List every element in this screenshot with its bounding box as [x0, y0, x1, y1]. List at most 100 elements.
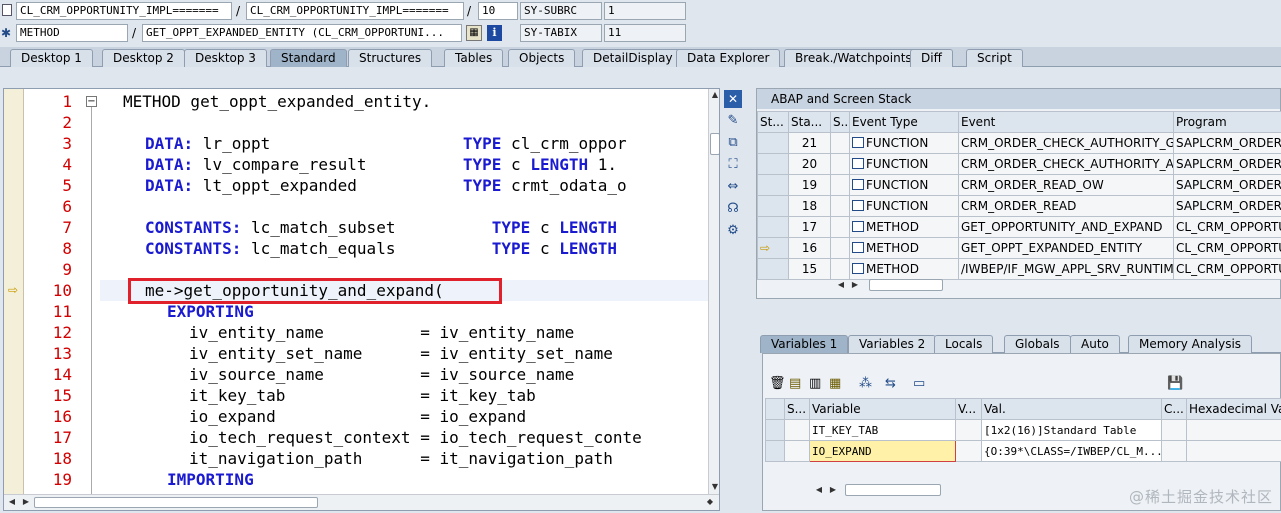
event-field[interactable]: GET_OPPT_EXPANDED_ENTITY (CL_CRM_OPPORTU… — [142, 24, 462, 42]
var-tab-variables-1[interactable]: Variables 1 — [760, 335, 849, 353]
breakpoint-gutter[interactable] — [4, 89, 24, 510]
variables-horizontal-scrollbar[interactable]: ◀ ▶ — [811, 482, 951, 498]
code-line[interactable]: IMPORTING — [167, 469, 254, 490]
tab-desktop-3[interactable]: Desktop 3 — [184, 49, 267, 67]
scroll-left-icon[interactable]: ◀ — [813, 484, 825, 496]
code-line[interactable]: CONSTANTS: lc_match_equals TYPE c LENGTH — [145, 238, 617, 259]
code-line[interactable]: io_tech_request_context = io_tech_reques… — [189, 427, 642, 448]
scroll-thumb[interactable] — [869, 279, 943, 291]
tab-detaildisplay[interactable]: DetailDisplay — [582, 49, 684, 67]
variable-row[interactable]: IT_KEY_TAB [1x2(16)]Standard Table — [765, 419, 1281, 441]
copy-icon[interactable]: ⧉ — [724, 134, 742, 152]
column-header[interactable]: Event Type — [849, 111, 959, 133]
column-header[interactable]: Event — [958, 111, 1174, 133]
watchpoint-icon[interactable]: ☊ — [724, 200, 742, 218]
column-header[interactable]: Val. — [981, 398, 1162, 420]
scroll-right-icon[interactable]: ▶ — [827, 484, 839, 496]
row-selector-header[interactable] — [765, 398, 785, 420]
tab-diff[interactable]: Diff — [910, 49, 953, 67]
hierarchy-icon[interactable]: ⁂ — [859, 376, 872, 391]
source-code-editor[interactable]: ⇨ − 1 METHOD get_oppt_expanded_entity. 2 3 D… — [3, 88, 720, 511]
scroll-up-icon[interactable]: ▲ — [709, 89, 719, 101]
layout-icon[interactable]: ▦ — [829, 376, 841, 391]
variable-name[interactable]: IT_KEY_TAB — [809, 419, 956, 441]
debug-step-icon[interactable]: ⚙ — [724, 222, 742, 240]
tab-data-explorer[interactable]: Data Explorer — [676, 49, 781, 67]
stack-row[interactable]: 18 FUNCTION CRM_ORDER_READSAPLCRM_ORDER_A — [757, 195, 1281, 217]
display-object-icon[interactable]: ▦ — [466, 25, 482, 41]
scroll-thumb[interactable] — [845, 484, 941, 496]
code-horizontal-scrollbar[interactable]: ◀ ▶ ◆ — [4, 494, 719, 510]
variables-table[interactable]: S...VariableV...Val.C...Hexadecimal Valu… — [765, 398, 1281, 462]
swap-icon[interactable]: ⇆ — [885, 376, 896, 391]
scroll-thumb[interactable] — [710, 133, 719, 155]
code-line[interactable]: iv_entity_set_name = iv_entity_set_name — [189, 343, 613, 364]
code-line[interactable]: DATA: lt_oppt_expanded TYPE crmt_odata_o — [145, 175, 627, 196]
column-header[interactable]: Hexadecimal Value — [1186, 398, 1281, 420]
var-tab-locals[interactable]: Locals — [934, 335, 994, 353]
code-line[interactable]: iv_source_name = iv_source_name — [189, 364, 574, 385]
delete-icon[interactable]: 🗑 — [769, 376, 786, 391]
code-line[interactable]: CONSTANTS: lc_match_subset TYPE c LENGTH — [145, 217, 617, 238]
column-header[interactable]: St... — [757, 111, 789, 133]
stack-row[interactable]: 20 FUNCTION CRM_ORDER_CHECK_AUTHORITY_AC..… — [757, 153, 1281, 175]
column-header[interactable]: Sta... — [788, 111, 831, 133]
event-type-field[interactable]: METHOD — [16, 24, 128, 42]
tab-standard[interactable]: Standard — [270, 49, 347, 67]
column-header[interactable]: V... — [955, 398, 982, 420]
column-header[interactable]: S... — [784, 398, 810, 420]
scroll-left-icon[interactable]: ◀ — [835, 279, 847, 291]
info-icon[interactable]: i — [487, 25, 502, 41]
code-line[interactable]: EXPORTING — [167, 301, 254, 322]
code-line[interactable]: DATA: lr_oppt TYPE cl_crm_oppor — [145, 133, 627, 154]
stack-row[interactable]: 21 FUNCTION CRM_ORDER_CHECK_AUTHORITY_GE..… — [757, 132, 1281, 154]
new-breakpoint-icon[interactable]: ✎ — [724, 112, 742, 130]
stack-horizontal-scrollbar[interactable]: ◀ ▶ — [829, 277, 1029, 293]
code-line[interactable]: it_navigation_path = it_navigation_path — [189, 448, 613, 469]
scroll-down-icon[interactable]: ▼ — [709, 481, 719, 493]
stack-row[interactable]: 17 METHOD GET_OPPORTUNITY_AND_EXPAND CL_CRM… — [757, 216, 1281, 238]
var-tab-memory-analysis[interactable]: Memory Analysis — [1128, 335, 1253, 353]
stack-table[interactable]: St...Sta...S...Event TypeEventProgram 21… — [757, 111, 1281, 280]
tab-desktop-1[interactable]: Desktop 1 — [10, 49, 93, 67]
expand-icon[interactable]: ⇔ — [724, 178, 742, 196]
code-line[interactable]: iv_entity_name = iv_entity_name — [189, 322, 574, 343]
column-header[interactable]: S... — [830, 111, 850, 133]
scroll-right-icon[interactable]: ▶ — [20, 496, 32, 508]
column-header[interactable]: Program — [1173, 111, 1281, 133]
tab-tables[interactable]: Tables — [444, 49, 504, 67]
code-line[interactable]: io_expand = io_expand — [189, 406, 526, 427]
export-icon[interactable]: ▥ — [809, 376, 821, 391]
line-field[interactable]: 10 — [478, 2, 518, 20]
include-field[interactable]: CL_CRM_OPPORTUNITY_IMPL======= — [246, 2, 464, 20]
code-line[interactable]: it_key_tab = it_key_tab — [189, 385, 536, 406]
tab-script[interactable]: Script — [966, 49, 1023, 67]
code-vertical-scrollbar[interactable]: ▲ ▼ — [708, 89, 719, 494]
scroll-left-icon[interactable]: ◀ — [6, 496, 18, 508]
fold-toggle-icon[interactable]: − — [86, 96, 97, 107]
maximize-icon[interactable]: ⛶ — [724, 156, 742, 174]
stack-row[interactable]: 19 FUNCTION CRM_ORDER_READ_OW SAPLCRM_ORDER… — [757, 174, 1281, 196]
code-line[interactable]: DATA: lv_compare_result TYPE c LENGTH 1. — [145, 154, 617, 175]
import-icon[interactable]: ▤ — [789, 376, 801, 391]
variable-row[interactable]: IO_EXPAND {O:39*\CLASS=/IWBEP/CL_M... — [765, 440, 1281, 462]
scroll-thumb[interactable] — [34, 497, 318, 508]
variable-name[interactable]: IO_EXPAND — [809, 440, 956, 462]
settings-icon[interactable]: ✱ — [1, 26, 11, 40]
stack-row[interactable]: ⇨ 16 METHOD GET_OPPT_EXPANDED_ENTITY CL_CRM_… — [757, 237, 1281, 259]
column-header[interactable]: C... — [1161, 398, 1187, 420]
tab-objects[interactable]: Objects — [508, 49, 576, 67]
code-line[interactable]: METHOD get_oppt_expanded_entity. — [123, 91, 431, 112]
var-tab-globals[interactable]: Globals — [1004, 335, 1071, 353]
tab-structures[interactable]: Structures — [348, 49, 433, 67]
close-icon[interactable]: ✕ — [724, 90, 742, 108]
tab-break-watchpoints[interactable]: Break./Watchpoints — [784, 49, 923, 67]
var-tab-auto[interactable]: Auto — [1070, 335, 1120, 353]
var-tab-variables-2[interactable]: Variables 2 — [848, 335, 937, 353]
scroll-end-icon[interactable]: ◆ — [704, 496, 716, 508]
save-icon[interactable]: 💾 — [1167, 376, 1183, 391]
column-header[interactable]: Variable — [809, 398, 956, 420]
program-field[interactable]: CL_CRM_OPPORTUNITY_IMPL======= — [16, 2, 232, 20]
folder-icon[interactable]: ▭ — [913, 376, 925, 391]
tab-desktop-2[interactable]: Desktop 2 — [102, 49, 185, 67]
